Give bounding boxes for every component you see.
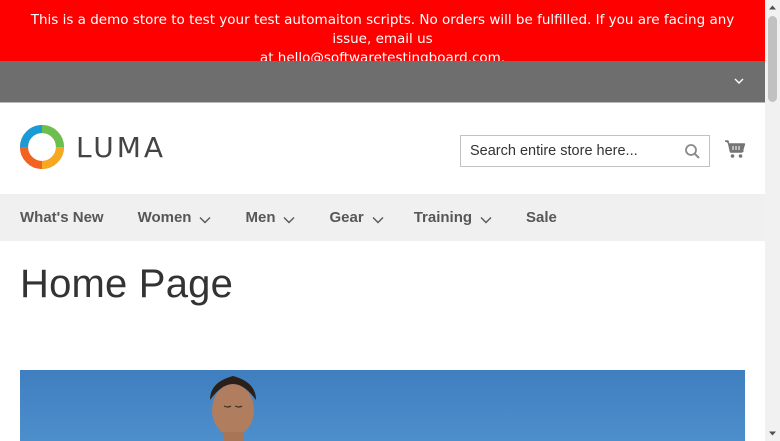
nav-item-label: Training — [413, 209, 473, 226]
chevron-down-icon — [480, 216, 492, 223]
nav-item-label: Gear — [329, 209, 364, 226]
nav-item-label: Sale — [526, 209, 557, 226]
hero-banner-image[interactable] — [20, 370, 745, 441]
nav-item-training[interactable]: Training — [414, 209, 492, 226]
search-icon[interactable] — [684, 143, 701, 160]
scrollbar-thumb[interactable] — [768, 16, 777, 102]
luma-logo-icon — [20, 125, 64, 169]
hero-model-figure — [210, 376, 256, 441]
nav-item-label: What's New — [20, 209, 104, 226]
nav-item-women[interactable]: Women — [138, 209, 212, 226]
header-content: LUMA — [0, 103, 765, 194]
main-navigation: What's New Women Men Gear Training Sale — [0, 194, 765, 241]
page-viewport: This is a demo store to test your test a… — [0, 0, 765, 441]
scroll-down-arrow-icon[interactable] — [768, 429, 777, 438]
nav-item-sale[interactable]: Sale — [526, 209, 557, 226]
nav-item-gear[interactable]: Gear — [329, 209, 384, 226]
nav-item-label: Women — [137, 209, 192, 226]
scroll-up-arrow-icon[interactable] — [768, 3, 777, 12]
chevron-down-icon — [199, 216, 211, 223]
chevron-down-icon — [283, 216, 295, 223]
vertical-scrollbar[interactable] — [765, 0, 780, 441]
page-title: Home Page — [20, 262, 234, 306]
chevron-down-icon — [372, 216, 384, 223]
search-input[interactable] — [461, 136, 671, 166]
luma-logo[interactable]: LUMA — [20, 125, 166, 169]
logo-text: LUMA — [76, 130, 167, 164]
chevron-down-icon[interactable] — [733, 75, 745, 87]
demo-notice-banner: This is a demo store to test your test a… — [0, 0, 765, 66]
search-box — [460, 135, 710, 167]
demo-notice-line1: This is a demo store to test your test a… — [30, 12, 735, 47]
header-panel — [0, 61, 765, 103]
nav-item-men[interactable]: Men — [245, 209, 295, 226]
cart-icon[interactable] — [724, 138, 746, 160]
nav-item-whats-new[interactable]: What's New — [20, 209, 104, 226]
nav-item-label: Men — [245, 209, 276, 226]
